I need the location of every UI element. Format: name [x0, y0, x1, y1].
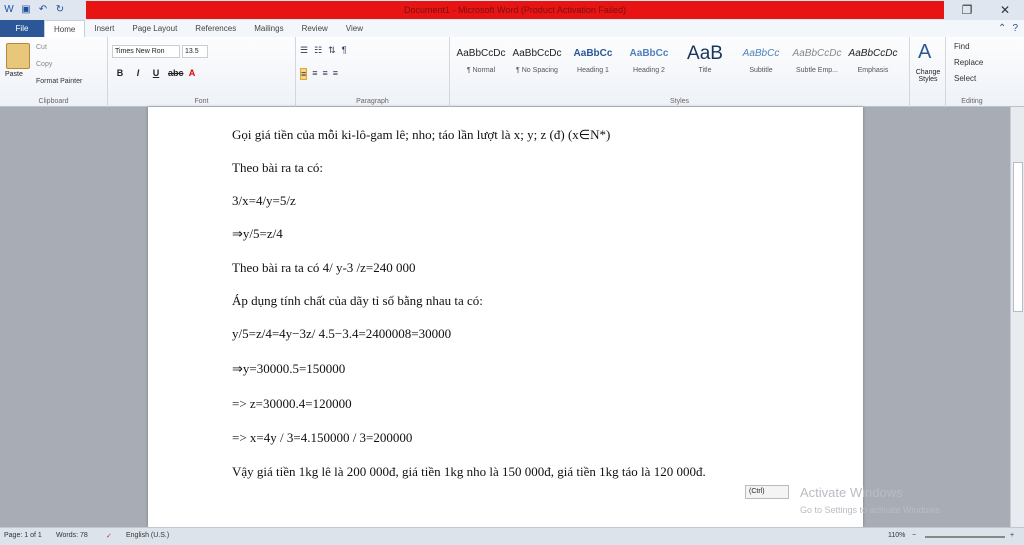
tab-view[interactable]: View [337, 20, 372, 37]
clipboard-label: Clipboard [38, 98, 69, 105]
proofing-icon[interactable]: ✓ [106, 532, 112, 540]
status-bar: Page: 1 of 1 Words: 78 ✓ English (U.S.) … [0, 527, 1024, 545]
scrollbar-thumb[interactable] [1013, 162, 1023, 312]
font-label: Font [194, 98, 209, 105]
doc-line: 3/x=4/y=5/z [232, 193, 296, 208]
numbering-icon[interactable]: ☷ [314, 45, 322, 56]
title-bar: W ▣ ↶ ↻ Document1 - Microsoft Word (Prod… [0, 0, 1024, 20]
paste-button[interactable] [6, 43, 30, 69]
select-button[interactable]: Select [954, 74, 976, 83]
undo-icon[interactable]: ↶ [36, 2, 50, 16]
zoom-out-icon[interactable]: − [912, 532, 916, 539]
tab-home[interactable]: Home [44, 20, 86, 37]
close-icon[interactable]: ✕ [986, 0, 1024, 20]
doc-line: => x=4y / 3=4.150000 / 3=200000 [232, 430, 413, 445]
style-subtle-emphasis[interactable]: AaBbCcDc Subtle Emp... [790, 41, 844, 85]
save-icon[interactable]: ▣ [19, 2, 33, 16]
doc-line: Vậy giá tiền 1kg lê là 200 000đ, giá tiề… [232, 464, 706, 479]
style-subtitle[interactable]: AaBbCc Subtitle [734, 41, 788, 85]
doc-line: y/5=z/4=4y−3z/ 4.5−3.4=2400008=30000 [232, 326, 452, 341]
bullets-icon[interactable]: ☰ [300, 45, 308, 56]
show-marks-icon[interactable]: ¶ [342, 45, 347, 56]
sort-icon[interactable]: ⇅ [328, 45, 336, 56]
font-size-box[interactable]: 13.5 [182, 45, 208, 58]
tab-page-layout[interactable]: Page Layout [123, 20, 186, 37]
doc-line: => z=30000.4=120000 [232, 396, 352, 411]
cut-button[interactable]: Cut [36, 44, 47, 51]
vertical-scrollbar[interactable] [1010, 107, 1024, 527]
find-button[interactable]: Find [954, 42, 970, 51]
align-right-icon[interactable]: ≡ [323, 68, 328, 80]
align-center-icon[interactable]: ≡ [312, 68, 317, 80]
underline-button[interactable]: U [150, 68, 162, 78]
style-no-spacing[interactable]: AaBbCcDc ¶ No Spacing [510, 41, 564, 85]
tab-mailings[interactable]: Mailings [245, 20, 292, 37]
styles-label: Styles [669, 98, 690, 105]
ribbon: Paste Cut Copy Format Painter Clipboard … [0, 37, 1024, 107]
align-left-icon[interactable]: ≡ [300, 68, 308, 80]
ribbon-tabs: File Home Insert Page Layout References … [0, 20, 1024, 37]
font-color-button[interactable]: A [186, 68, 198, 78]
window-title: Document1 - Microsoft Word (Product Acti… [86, 1, 944, 19]
word-icon[interactable]: W [2, 2, 16, 16]
style-normal[interactable]: AaBbCcDc ¶ Normal [454, 41, 508, 85]
tab-insert[interactable]: Insert [85, 20, 123, 37]
font-group: Times New Ron 13.5 B I U abc A Font [108, 37, 296, 107]
activation-watermark: Activate Windows [800, 485, 903, 500]
replace-button[interactable]: Replace [954, 58, 983, 67]
zoom-slider[interactable] [925, 536, 1005, 538]
copy-button[interactable]: Copy [36, 61, 52, 68]
strikethrough-button[interactable]: abc [168, 68, 184, 78]
style-emphasis[interactable]: AaBbCcDc Emphasis [846, 41, 900, 85]
zoom-in-icon[interactable]: + [1010, 532, 1014, 539]
doc-line: Gọi giá tiền của mỗi ki-lô-gam lê; nho; … [232, 127, 611, 142]
zoom-level[interactable]: 110% [888, 532, 905, 539]
help-icon[interactable]: ? [1012, 23, 1018, 34]
doc-line: Theo bài ra ta có: [232, 160, 323, 175]
tab-review[interactable]: Review [293, 20, 337, 37]
restore-icon[interactable]: ❐ [948, 0, 986, 20]
font-name-box[interactable]: Times New Ron [112, 45, 180, 58]
document-area: Gọi giá tiền của mỗi ki-lô-gam lê; nho; … [0, 107, 1010, 527]
word-count[interactable]: Words: 78 [56, 532, 88, 539]
format-painter-button[interactable]: Format Painter [36, 78, 82, 85]
italic-button[interactable]: I [132, 68, 144, 78]
clipboard-group: Paste Cut Copy Format Painter Clipboard [0, 37, 108, 107]
tab-references[interactable]: References [186, 20, 245, 37]
tab-file[interactable]: File [0, 20, 44, 37]
editing-label: Editing [961, 98, 983, 105]
style-title[interactable]: AaB Title [678, 41, 732, 85]
change-styles-icon[interactable]: A [918, 41, 931, 64]
paragraph-group: ☰ ☷ ⇅ ¶ ≡ ≡ ≡ ≡ Paragraph [296, 37, 450, 107]
doc-line: Áp dụng tính chất của dãy tỉ số bằng nha… [232, 293, 483, 308]
styles-group: AaBbCcDc ¶ Normal AaBbCcDc ¶ No Spacing Aa… [450, 37, 910, 107]
bold-button[interactable]: B [114, 68, 126, 78]
editing-group: Find Replace Select Editing [946, 37, 998, 107]
justify-icon[interactable]: ≡ [333, 68, 338, 80]
doc-line: Theo bài ra ta có 4/ y-3 /z=240 000 [232, 260, 416, 275]
language[interactable]: English (U.S.) [126, 532, 169, 539]
activation-watermark-subtext: Go to Settings to activate Windows. [800, 505, 943, 515]
page-count[interactable]: Page: 1 of 1 [4, 532, 42, 539]
redo-icon[interactable]: ↻ [53, 2, 67, 16]
paragraph-label: Paragraph [356, 98, 389, 105]
style-heading-2[interactable]: AaBbCc Heading 2 [622, 41, 676, 85]
doc-line: ⇒y=30000.5=150000 [232, 361, 346, 376]
change-styles-button[interactable]: Change Styles [912, 69, 944, 83]
document-page[interactable]: Gọi giá tiền của mỗi ki-lô-gam lê; nho; … [148, 107, 863, 527]
paste-options-button[interactable]: (Ctrl) [745, 485, 789, 499]
style-heading-1[interactable]: AaBbCc Heading 1 [566, 41, 620, 85]
change-styles-group: A Change Styles [910, 37, 946, 107]
doc-line: ⇒y/5=z/4 [232, 226, 283, 241]
paste-label: Paste [5, 71, 23, 78]
minimize-ribbon-icon[interactable]: ⌃ [998, 23, 1006, 34]
quick-access-toolbar: W ▣ ↶ ↻ [2, 2, 67, 16]
